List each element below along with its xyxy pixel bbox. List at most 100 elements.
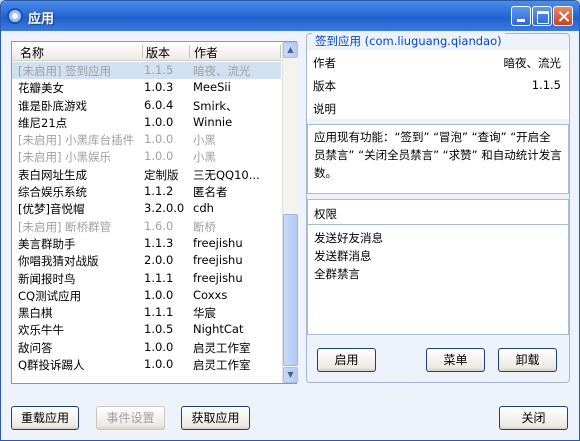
- permissions-box: 权限 发送好友消息 发送群消息 全群禁言: [307, 199, 569, 335]
- list-item[interactable]: 敌问答 1.0.0 启灵工作室: [12, 339, 281, 356]
- list-item[interactable]: 新闻报时鸟 1.1.1 freejishu: [12, 270, 281, 287]
- list-item[interactable]: 你唱我猜对战版 2.0.0 freejishu: [12, 252, 281, 269]
- app-name: [未启用] 断桥群管: [18, 219, 112, 234]
- app-version: 定制版: [144, 167, 179, 182]
- list-item[interactable]: 维尼21点 1.0.0 Winnie: [12, 114, 281, 131]
- app-version: 1.0.0: [144, 114, 174, 129]
- list-item[interactable]: [未启用] 断桥群管 1.6.0 断桥: [12, 218, 281, 235]
- list-item[interactable]: 美言群助手 1.1.3 freejishu: [12, 235, 281, 252]
- app-author: freejishu: [193, 270, 243, 285]
- title-bar[interactable]: 应用: [1, 1, 579, 31]
- window-title: 应用: [28, 12, 55, 27]
- app-author: 小黑: [193, 133, 216, 148]
- column-divider[interactable]: [189, 45, 190, 58]
- enable-button[interactable]: 启用: [317, 348, 376, 372]
- app-version: 1.0.0: [144, 132, 174, 147]
- list-item[interactable]: 花瓣美女 1.0.3 MeeSii: [12, 79, 281, 96]
- app-name: 综合娱乐系统: [18, 185, 87, 200]
- app-version: 1.0.5: [144, 322, 174, 337]
- app-version: 2.0.0: [144, 253, 174, 268]
- menu-button[interactable]: 菜单: [426, 348, 485, 372]
- app-version: 1.0.0: [144, 149, 174, 164]
- app-version: 1.6.0: [144, 218, 174, 233]
- app-name: 黑白棋: [18, 306, 53, 321]
- app-name: 你唱我猜对战版: [18, 254, 99, 269]
- scroll-thumb[interactable]: [283, 214, 298, 366]
- list-item[interactable]: [未启用] 小黑娱乐 1.0.0 小黑: [12, 148, 281, 165]
- app-name: Q群投诉踢人: [18, 358, 85, 373]
- scroll-down-icon[interactable]: ▼: [283, 367, 298, 383]
- app-name: 表白网址生成: [18, 167, 87, 182]
- author-label: 作者: [313, 56, 336, 70]
- column-header-version[interactable]: 版本: [146, 44, 170, 61]
- description-label: 说明: [313, 102, 336, 116]
- list-item[interactable]: Q群投诉踢人 1.0.0 启灵工作室: [12, 356, 281, 373]
- app-name: 谁是卧底游戏: [18, 98, 87, 113]
- app-version: 1.1.3: [144, 235, 174, 250]
- app-detail-title: 签到应用 (com.liuguang.qiandao): [312, 33, 505, 49]
- version-value: 1.1.5: [531, 78, 561, 92]
- vertical-scrollbar[interactable]: ▲ ▼: [282, 42, 298, 383]
- list-item[interactable]: 黑白棋 1.1.1 华宸: [12, 304, 281, 321]
- permissions-title: 权限: [314, 207, 337, 221]
- list-item[interactable]: CQ测试应用 1.0.0 Coxxs: [12, 287, 281, 304]
- column-header-author[interactable]: 作者: [194, 44, 218, 61]
- app-name: CQ测试应用: [18, 288, 82, 303]
- list-header: 名称 版本 作者: [12, 42, 281, 61]
- app-author: 暗夜、流光: [193, 64, 251, 78]
- app-version: 1.1.1: [144, 270, 174, 285]
- app-version: 1.1.2: [144, 184, 174, 199]
- author-value: 暗夜、流光: [503, 56, 562, 70]
- list-item[interactable]: 综合娱乐系统 1.1.2 匿名者: [12, 183, 281, 200]
- event-settings-button[interactable]: 事件设置: [96, 406, 165, 430]
- app-version: 1.1.5: [144, 63, 174, 77]
- list-item[interactable]: [未启用] 签到应用 1.1.5 暗夜、流光: [12, 62, 281, 80]
- app-list[interactable]: 名称 版本 作者 [未启用] 签到应用 1.1.5 暗夜、流光 花瓣美女 1.0.3 Me…: [11, 41, 298, 384]
- app-author: 匿名者: [193, 185, 228, 200]
- app-name: 维尼21点: [18, 115, 68, 130]
- app-name: 敌问答: [18, 340, 53, 355]
- app-name: [未启用] 签到应用: [18, 64, 112, 78]
- app-version: 3.2.0.0: [144, 201, 185, 216]
- app-author: freejishu: [193, 253, 243, 268]
- scroll-up-icon[interactable]: ▲: [283, 42, 298, 58]
- app-author: 断桥: [193, 219, 216, 234]
- app-author: 启灵工作室: [193, 340, 251, 355]
- list-item[interactable]: [未启用] 小黑库台插件 1.0.0 小黑: [12, 131, 281, 148]
- list-item[interactable]: 欢乐牛牛 1.0.5 NightCat: [12, 321, 281, 338]
- app-author: 启灵工作室: [193, 358, 251, 373]
- permission-item: 全群禁言: [314, 267, 360, 281]
- reload-apps-button[interactable]: 重载应用: [11, 406, 79, 430]
- app-version: 1.1.1: [144, 305, 174, 320]
- app-author: Coxxs: [193, 287, 228, 302]
- close-button[interactable]: 关闭: [499, 406, 568, 430]
- app-name: [优梦]音悦帽: [18, 202, 85, 217]
- function-description: 应用现有功能：“签到” “冒泡” “查询” “开启全员禁言” “关闭全员禁言” …: [307, 124, 569, 194]
- app-author: cdh: [193, 201, 214, 216]
- app-version: 1.0.0: [144, 287, 174, 302]
- uninstall-button[interactable]: 卸载: [498, 348, 557, 372]
- list-item[interactable]: [优梦]音悦帽 3.2.0.0 cdh: [12, 200, 281, 217]
- app-author: Smirk、: [193, 98, 238, 113]
- list-rows: [未启用] 签到应用 1.1.5 暗夜、流光 花瓣美女 1.0.3 MeeSii 谁是卧底游…: [12, 62, 281, 383]
- get-apps-button[interactable]: 获取应用: [181, 406, 250, 430]
- column-divider[interactable]: [142, 45, 143, 58]
- divider: [308, 224, 568, 225]
- app-info: 作者 暗夜、流光 版本 1.1.5 说明: [307, 50, 569, 119]
- app-version: 1.0.0: [144, 339, 174, 354]
- list-item[interactable]: 谁是卧底游戏 6.0.4 Smirk、: [12, 97, 281, 114]
- column-divider[interactable]: [280, 45, 281, 58]
- app-author: Winnie: [193, 114, 233, 129]
- app-author: MeeSii: [193, 80, 231, 95]
- minimize-icon[interactable]: [511, 6, 531, 26]
- app-name: [未启用] 小黑库台插件: [18, 133, 135, 148]
- permission-item: 发送好友消息: [314, 231, 383, 245]
- app-version: 1.0.0: [144, 357, 174, 372]
- maximize-icon[interactable]: [532, 6, 552, 26]
- column-header-name[interactable]: 名称: [20, 44, 44, 61]
- close-icon[interactable]: [553, 6, 573, 26]
- app-name: 欢乐牛牛: [18, 323, 64, 338]
- app-author: 华宸: [193, 306, 216, 321]
- list-item[interactable]: 表白网址生成 定制版 三无QQ10...: [12, 166, 281, 183]
- app-name: [未启用] 小黑娱乐: [18, 150, 112, 165]
